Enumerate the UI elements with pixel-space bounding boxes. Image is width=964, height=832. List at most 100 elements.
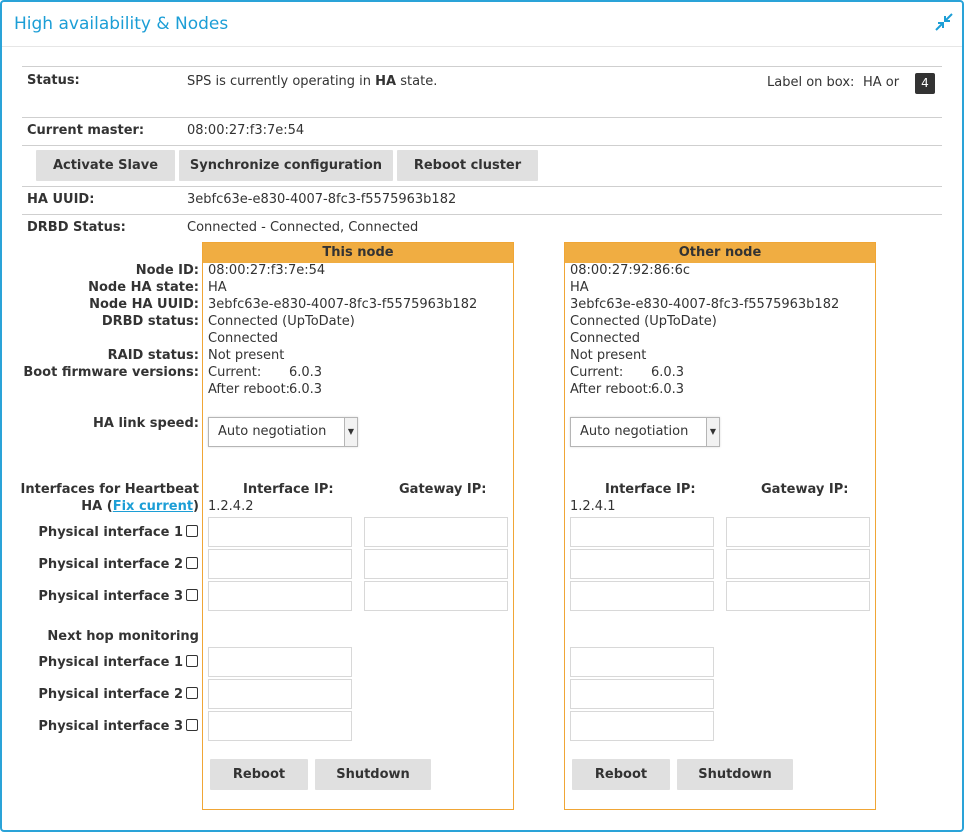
- current-master-value: 08:00:27:f3:7e:54: [187, 123, 305, 138]
- status-label: Status:: [27, 73, 80, 88]
- synchronize-configuration-button[interactable]: Synchronize configuration: [179, 150, 393, 181]
- divider: [22, 214, 942, 215]
- this-node-panel: This node 08:00:27:f3:7e:54 HA 3ebfc63e-…: [202, 242, 514, 810]
- this-node-nh-if3-input[interactable]: [208, 711, 352, 741]
- drbd-status-value: Connected - Connected, Connected: [187, 220, 419, 235]
- other-node-ha-uuid: 3ebfc63e-e830-4007-8fc3-f5575963b182: [570, 297, 840, 312]
- current-master-label: Current master:: [27, 123, 145, 138]
- other-node-shutdown-button[interactable]: Shutdown: [677, 759, 793, 790]
- other-node-link-speed-value: Auto negotiation: [580, 424, 689, 439]
- other-node-ha-state: HA: [570, 280, 589, 295]
- other-node-fw-current-label: Current:: [570, 365, 624, 380]
- other-node-fw-after: 6.0.3: [651, 382, 685, 397]
- heartbeat-physical-interface-1-checkbox[interactable]: [186, 525, 198, 537]
- other-node-hb-if2-gw-input[interactable]: [726, 549, 870, 579]
- heartbeat-physical-interface-2-checkbox[interactable]: [186, 557, 198, 569]
- this-node-fw-after: 6.0.3: [289, 382, 323, 397]
- this-node-hb-if2-ip-input[interactable]: [208, 549, 352, 579]
- other-node-nh-if3-input[interactable]: [570, 711, 714, 741]
- other-node-hb-if1-gw-input[interactable]: [726, 517, 870, 547]
- box-label-text: HA or: [863, 75, 900, 90]
- next-hop-monitoring-label: Next hop monitoring: [47, 629, 199, 644]
- nexthop-physical-interface-2-label: Physical interface 2: [38, 687, 183, 702]
- label-on-box-label: Label on box:: [767, 75, 855, 90]
- this-node-link-speed-value: Auto negotiation: [218, 424, 327, 439]
- divider: [22, 145, 942, 146]
- other-node-link-speed-select[interactable]: Auto negotiation ▼: [570, 417, 720, 447]
- this-node-header: This node: [203, 243, 513, 263]
- other-node-id: 08:00:27:92:86:6c: [570, 263, 691, 278]
- this-node-fw-current: 6.0.3: [289, 365, 323, 380]
- ha-link-speed-label: HA link speed:: [93, 416, 199, 431]
- heartbeat-physical-interface-2-label: Physical interface 2: [38, 557, 183, 572]
- drbd-status-label: DRBD Status:: [27, 220, 126, 235]
- this-node-nh-if1-input[interactable]: [208, 647, 352, 677]
- status-state: HA: [375, 74, 397, 89]
- other-node-gateway-ip-header: Gateway IP:: [761, 482, 849, 497]
- ha-fix-current-label: HA (Fix current): [81, 499, 199, 514]
- divider: [22, 117, 942, 118]
- this-node-hb-if1-ip-input[interactable]: [208, 517, 352, 547]
- this-node-reboot-button[interactable]: Reboot: [210, 759, 308, 790]
- other-node-hb-if3-gw-input[interactable]: [726, 581, 870, 611]
- drbd-status-row-label: DRBD status:: [101, 314, 199, 329]
- this-node-interface-ip-header: Interface IP:: [243, 482, 334, 497]
- nexthop-physical-interface-3-checkbox[interactable]: [186, 719, 198, 731]
- other-node-hb-if3-ip-input[interactable]: [570, 581, 714, 611]
- box-number-badge: 4: [915, 73, 935, 94]
- other-node-reboot-button[interactable]: Reboot: [572, 759, 670, 790]
- reboot-cluster-button[interactable]: Reboot cluster: [397, 150, 538, 181]
- node-ha-uuid-label: Node HA UUID:: [89, 297, 199, 312]
- this-node-link-speed-select[interactable]: Auto negotiation ▼: [208, 417, 358, 447]
- other-node-fw-current: 6.0.3: [651, 365, 685, 380]
- activate-slave-button[interactable]: Activate Slave: [36, 150, 175, 181]
- interfaces-heartbeat-label: Interfaces for Heartbeat: [20, 482, 199, 497]
- ha-uuid-value: 3ebfc63e-e830-4007-8fc3-f5575963b182: [187, 192, 457, 207]
- raid-status-label: RAID status:: [107, 348, 199, 363]
- nexthop-physical-interface-2-checkbox[interactable]: [186, 687, 198, 699]
- other-node-panel: Other node 08:00:27:92:86:6c HA 3ebfc63e…: [564, 242, 876, 810]
- collapse-icon[interactable]: [934, 12, 954, 32]
- this-node-id: 08:00:27:f3:7e:54: [208, 263, 326, 278]
- other-node-hb-if2-ip-input[interactable]: [570, 549, 714, 579]
- other-node-drbd-status: Connected (UpToDate): [570, 314, 717, 329]
- heartbeat-physical-interface-3-label: Physical interface 3: [38, 589, 183, 604]
- other-node-nh-if1-input[interactable]: [570, 647, 714, 677]
- fix-current-link[interactable]: Fix current: [113, 499, 193, 514]
- node-ha-state-label: Node HA state:: [88, 280, 199, 295]
- other-node-raid-status: Not present: [570, 348, 647, 363]
- this-node-drbd-status-2: Connected: [208, 331, 279, 346]
- this-node-fw-after-label: After reboot:: [208, 382, 291, 397]
- this-node-fw-current-label: Current:: [208, 365, 262, 380]
- ha-uuid-label: HA UUID:: [27, 192, 95, 207]
- other-node-header: Other node: [565, 243, 875, 263]
- this-node-raid-status: Not present: [208, 348, 285, 363]
- nexthop-physical-interface-3-label: Physical interface 3: [38, 719, 183, 734]
- heartbeat-physical-interface-3-checkbox[interactable]: [186, 589, 198, 601]
- this-node-gateway-ip-header: Gateway IP:: [399, 482, 487, 497]
- this-node-ha-state: HA: [208, 280, 227, 295]
- dropdown-arrow-icon: ▼: [706, 418, 719, 446]
- nexthop-physical-interface-1-label: Physical interface 1: [38, 655, 183, 670]
- nexthop-physical-interface-1-checkbox[interactable]: [186, 655, 198, 667]
- panel-title: High availability & Nodes: [14, 14, 229, 34]
- heartbeat-physical-interface-1-label: Physical interface 1: [38, 525, 183, 540]
- boot-firmware-label: Boot firmware versions:: [23, 365, 199, 380]
- other-node-nh-if2-input[interactable]: [570, 679, 714, 709]
- this-node-hb-if3-gw-input[interactable]: [364, 581, 508, 611]
- dropdown-arrow-icon: ▼: [344, 418, 357, 446]
- this-node-hb-if2-gw-input[interactable]: [364, 549, 508, 579]
- this-node-ha-uuid: 3ebfc63e-e830-4007-8fc3-f5575963b182: [208, 297, 478, 312]
- divider: [22, 66, 942, 67]
- other-node-hb-if1-ip-input[interactable]: [570, 517, 714, 547]
- divider: [22, 186, 942, 187]
- status-text: SPS is currently operating in HA state.: [187, 74, 438, 89]
- other-node-interface-ip-header: Interface IP:: [605, 482, 696, 497]
- this-node-drbd-status: Connected (UpToDate): [208, 314, 355, 329]
- this-node-shutdown-button[interactable]: Shutdown: [315, 759, 431, 790]
- other-node-drbd-status-2: Connected: [570, 331, 641, 346]
- this-node-hb-if3-ip-input[interactable]: [208, 581, 352, 611]
- this-node-hb-if1-gw-input[interactable]: [364, 517, 508, 547]
- other-node-ha-ip: 1.2.4.1: [570, 499, 616, 514]
- this-node-nh-if2-input[interactable]: [208, 679, 352, 709]
